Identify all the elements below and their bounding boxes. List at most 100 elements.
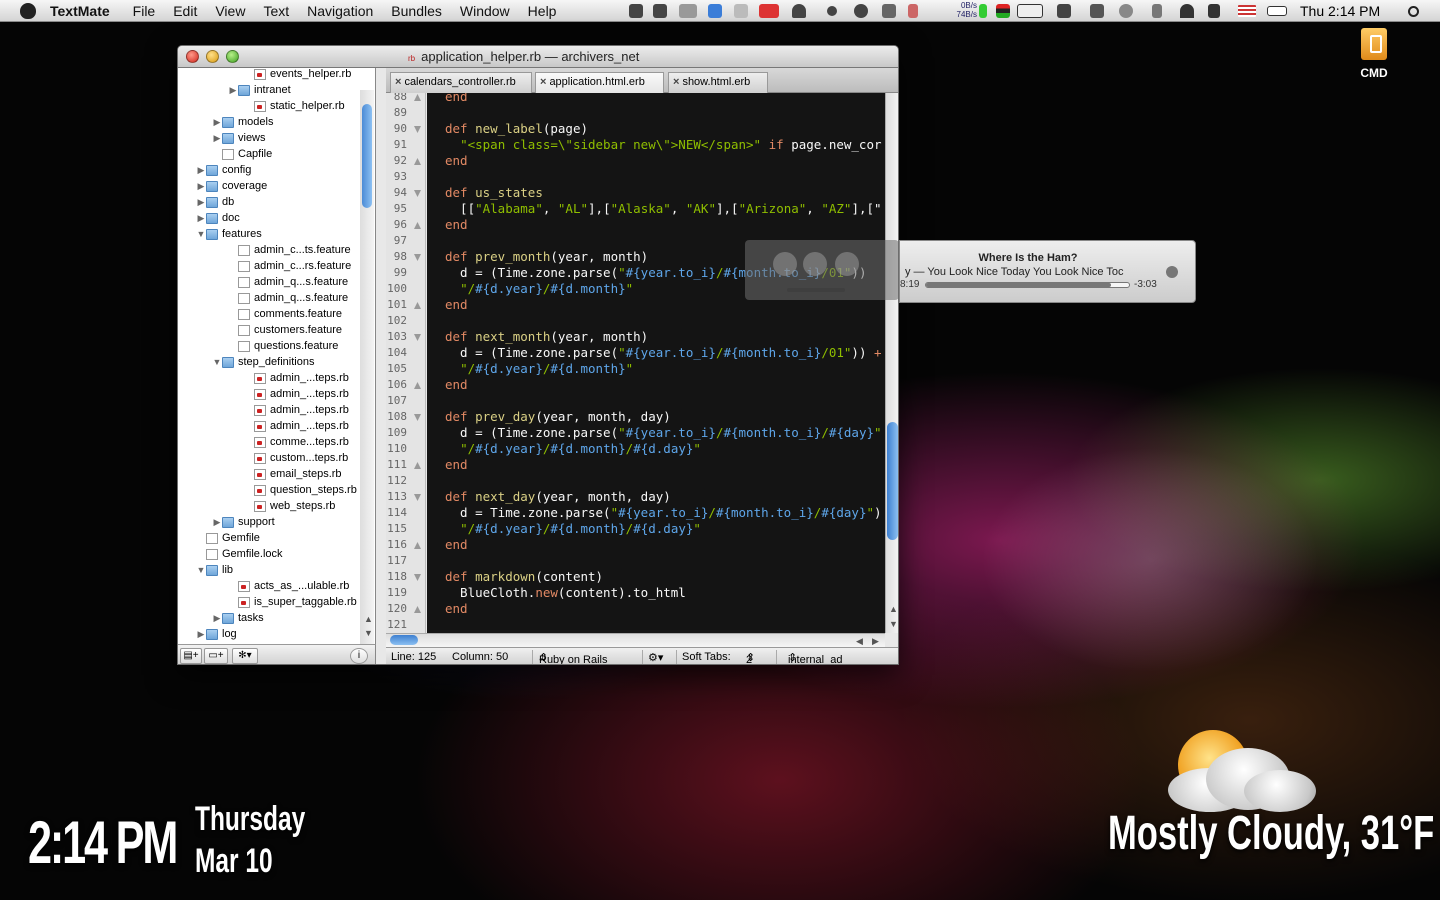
zoom-icon[interactable] (226, 50, 239, 63)
window-titlebar[interactable]: rb application_helper.rb — archivers_net (178, 46, 898, 68)
code-editor[interactable]: end def new_label(page) "<span class=\"si… (427, 93, 885, 633)
fold-marker-icon[interactable] (414, 302, 421, 309)
cpu-meter-icon[interactable] (1014, 0, 1046, 22)
disclosure-triangle-icon[interactable]: ▶ (196, 197, 206, 208)
disclosure-triangle-icon[interactable]: ▶ (212, 117, 222, 128)
fold-marker-icon[interactable] (414, 462, 421, 469)
editor-scroll-up-icon[interactable]: ▲ (889, 604, 898, 614)
disclosure-triangle-icon[interactable]: ▶ (228, 85, 238, 96)
menu-window[interactable]: Window (451, 3, 519, 19)
fold-marker-icon[interactable] (414, 606, 421, 613)
menu-navigation[interactable]: Navigation (298, 3, 382, 19)
disclosure-triangle-icon[interactable]: ▶ (196, 213, 206, 224)
tree-item[interactable]: ▶ intranet (228, 82, 291, 98)
tab-close-icon[interactable]: × (395, 76, 401, 88)
drive-icon[interactable] (850, 0, 872, 22)
tree-item[interactable]: acts_as_...ulable.rb (228, 578, 349, 594)
editor-horizontal-scrollbar[interactable] (386, 633, 885, 647)
menu-edit[interactable]: Edit (164, 3, 206, 19)
app-menu[interactable]: TextMate (48, 3, 124, 19)
volume-slider[interactable] (787, 288, 845, 292)
disclosure-triangle-icon[interactable]: ▶ (196, 629, 206, 640)
new-file-button[interactable]: ▤+ (180, 648, 202, 664)
tree-item[interactable]: ▼ lib (196, 562, 233, 578)
bluetooth-icon[interactable] (1146, 0, 1168, 22)
tree-item[interactable]: questions.feature (228, 338, 338, 354)
menu-view[interactable]: View (206, 3, 254, 19)
tree-item[interactable]: static_helper.rb (244, 98, 345, 114)
tree-item[interactable]: ▶ coverage (196, 178, 268, 194)
disclosure-triangle-icon[interactable]: ▶ (196, 181, 206, 192)
disclosure-triangle-icon[interactable]: ▼ (212, 357, 222, 367)
menu-file[interactable]: File (124, 3, 165, 19)
dropbox-icon[interactable] (705, 0, 725, 22)
tree-item[interactable]: admin_...teps.rb (244, 418, 349, 434)
editor-scroll-thumb[interactable] (887, 422, 898, 540)
tab-close-icon[interactable]: × (540, 76, 546, 88)
fold-marker-icon[interactable] (414, 494, 421, 501)
tree-item[interactable]: ▼ step_definitions (212, 354, 315, 370)
disclosure-triangle-icon[interactable]: ▶ (196, 165, 206, 176)
wifi-icon[interactable] (1176, 0, 1198, 22)
transfer-icon[interactable] (904, 0, 922, 22)
calendar-icon[interactable] (730, 0, 752, 22)
tree-item[interactable]: custom...teps.rb (244, 450, 348, 466)
desktop-drive[interactable]: CMD (1352, 28, 1396, 80)
tree-item[interactable]: Capfile (212, 146, 272, 162)
status-app-icon[interactable] (626, 0, 646, 22)
tree-item[interactable]: admin_q...s.feature (228, 274, 348, 290)
tree-item[interactable]: is_super_taggable.rb (228, 594, 357, 610)
tab-show-html[interactable]: × show.html.erb (668, 72, 768, 93)
apple-menu-icon[interactable] (20, 2, 36, 19)
hat-icon[interactable] (788, 0, 810, 22)
tree-item[interactable]: ▶ doc (196, 210, 240, 226)
scroll-up-arrow-icon[interactable]: ▲ (364, 614, 373, 624)
disclosure-triangle-icon[interactable]: ▼ (196, 229, 206, 239)
tree-item[interactable]: admin_c...rs.feature (228, 258, 351, 274)
disclosure-triangle-icon[interactable]: ▼ (196, 565, 206, 575)
language-popup[interactable]: ◦ Ruby on Rails ⇕ (539, 651, 607, 664)
tab-calendars-controller[interactable]: × calendars_controller.rb (390, 72, 532, 93)
editor-hscroll-thumb[interactable] (390, 635, 418, 645)
volume-icon[interactable] (1204, 0, 1224, 22)
tree-item[interactable]: admin_...teps.rb (244, 386, 349, 402)
disclosure-triangle-icon[interactable]: ▶ (212, 517, 222, 528)
fold-marker-icon[interactable] (414, 414, 421, 421)
fold-marker-icon[interactable] (414, 126, 421, 133)
evernote-icon[interactable] (650, 0, 670, 22)
tree-item[interactable]: ▶ views (212, 130, 266, 146)
menubar-clock[interactable]: Thu 2:14 PM (1300, 0, 1380, 22)
bundle-gear-popup[interactable]: ⚙▾ (648, 651, 663, 664)
fold-marker-icon[interactable] (414, 254, 421, 261)
symbol-popup[interactable]: internal_ad ⇕ (788, 651, 842, 664)
tree-item[interactable]: Gemfile (196, 530, 260, 546)
tree-item[interactable]: web_steps.rb (244, 498, 335, 514)
tree-item[interactable]: comme...teps.rb (244, 434, 349, 450)
scroll-down-arrow-icon[interactable]: ▼ (364, 628, 373, 638)
fold-marker-icon[interactable] (414, 542, 421, 549)
tab-close-icon[interactable]: × (673, 76, 679, 88)
snapback-icon[interactable] (1166, 266, 1178, 278)
menu-text[interactable]: Text (254, 3, 298, 19)
tree-item[interactable]: admin_q...s.feature (228, 290, 348, 306)
brightness-icon[interactable] (822, 0, 842, 22)
battery-meter-icon[interactable] (976, 0, 990, 22)
download-icon[interactable] (1054, 0, 1074, 22)
tree-item[interactable]: ▶ log (196, 626, 237, 642)
tree-item[interactable]: events_helper.rb (244, 68, 351, 82)
play-icon[interactable] (803, 252, 827, 276)
tree-item[interactable]: email_steps.rb (244, 466, 342, 482)
tree-item[interactable]: admin_...teps.rb (244, 402, 349, 418)
tree-item[interactable]: ▶ support (212, 514, 275, 530)
new-folder-button[interactable]: ▭+ (204, 648, 228, 664)
display-icon[interactable] (1086, 0, 1108, 22)
tree-item[interactable]: ▶ config (196, 162, 252, 178)
disclosure-triangle-icon[interactable]: ▶ (212, 133, 222, 144)
tab-application-html[interactable]: × application.html.erb (535, 72, 664, 93)
spotlight-search-icon[interactable] (1402, 0, 1424, 22)
fold-marker-icon[interactable] (414, 222, 421, 229)
track-progress[interactable] (925, 282, 1130, 288)
action-gear-button[interactable]: ✻▾ (232, 648, 258, 664)
us-flag-icon[interactable] (1236, 0, 1258, 22)
tree-item[interactable]: ▼ features (196, 226, 262, 242)
